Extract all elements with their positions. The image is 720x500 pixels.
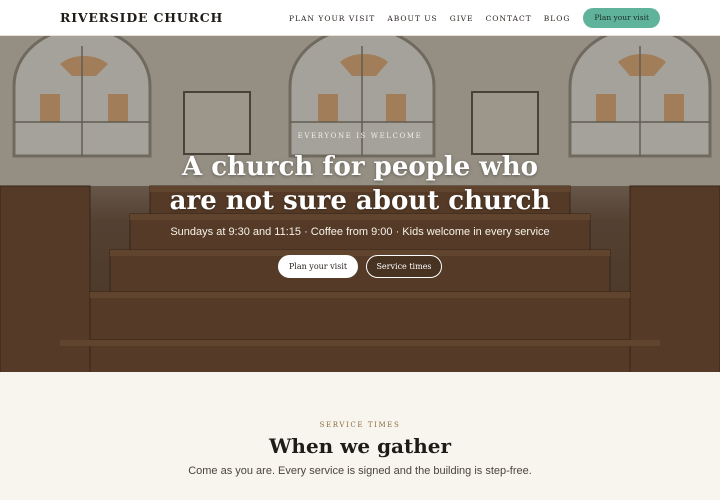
site-header: RIVERSIDE CHURCH PLAN YOUR VISIT ABOUT U…: [0, 0, 720, 36]
site-logo[interactable]: RIVERSIDE CHURCH: [60, 10, 223, 25]
header-plan-visit-button[interactable]: Plan your visit: [583, 8, 660, 28]
section-eyebrow: SERVICE TIMES: [319, 421, 401, 429]
service-times-button[interactable]: Service times: [366, 255, 442, 278]
hero-eyebrow: EVERYONE IS WELCOME: [297, 132, 423, 140]
plan-visit-button[interactable]: Plan your visit: [278, 255, 358, 278]
service-times-section: SERVICE TIMES When we gather Come as you…: [0, 372, 720, 500]
hero-section: EVERYONE IS WELCOME A church for people …: [0, 36, 720, 372]
main-nav: PLAN YOUR VISIT ABOUT US GIVE CONTACT BL…: [289, 8, 660, 28]
section-subtitle: Come as you are. Every service is signed…: [188, 465, 532, 477]
section-title: When we gather: [268, 434, 452, 458]
nav-blog[interactable]: BLOG: [544, 14, 571, 23]
hero-subtitle: Sundays at 9:30 and 11:15 · Coffee from …: [170, 226, 550, 238]
nav-plan-your-visit[interactable]: PLAN YOUR VISIT: [289, 14, 375, 23]
hero-title: A church for people who are not sure abo…: [169, 152, 551, 216]
nav-give[interactable]: GIVE: [450, 14, 474, 23]
nav-about-us[interactable]: ABOUT US: [387, 14, 437, 23]
nav-contact[interactable]: CONTACT: [486, 14, 532, 23]
